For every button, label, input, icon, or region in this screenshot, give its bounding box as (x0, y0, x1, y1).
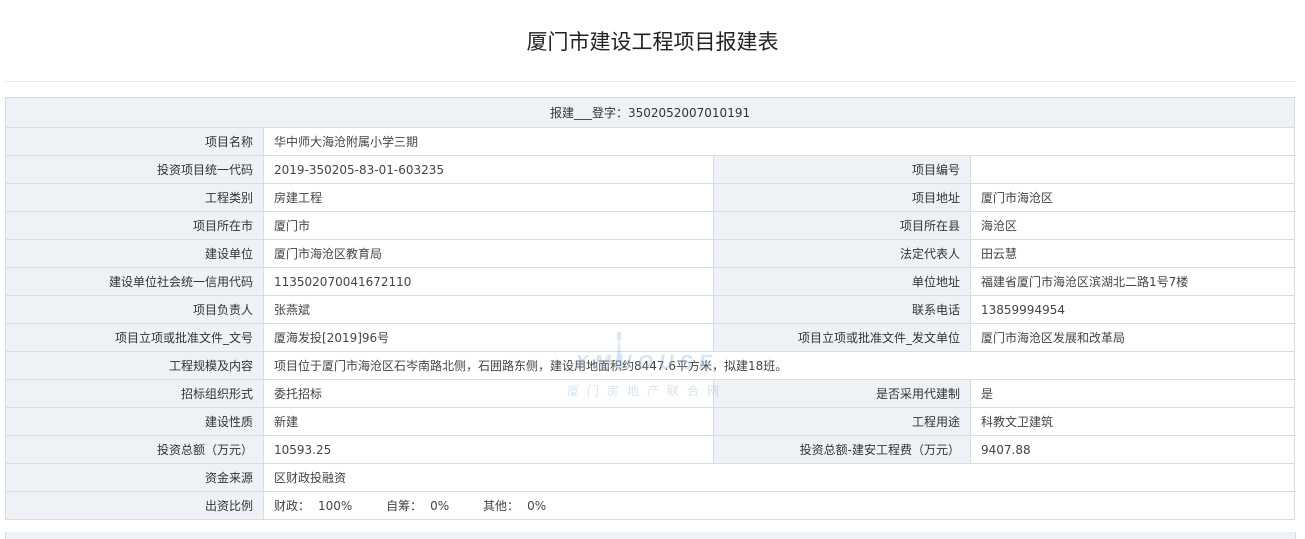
table-footer-strip (5, 532, 1296, 539)
ratio-other-label: 其他： (483, 499, 520, 513)
table-row: 投资项目统一代码 2019-350205-83-01-603235 项目编号 (5, 155, 1296, 184)
table-row: 建设单位社会统一信用代码 113502070041672110 单位地址 福建省… (5, 267, 1296, 296)
project-no-value (969, 155, 1296, 184)
phone-value: 13859994954 (969, 295, 1296, 324)
phone-label: 联系电话 (713, 295, 971, 324)
install-cost-label: 投资总额-建安工程费（万元） (713, 435, 971, 464)
invest-code-label: 投资项目统一代码 (5, 155, 264, 184)
project-no-label: 项目编号 (713, 155, 971, 184)
fund-source-value: 区财政投融资 (262, 463, 1296, 492)
ratio-self-label: 自筹： (386, 499, 423, 513)
approval-unit-value: 厦门市海沧区发展和改革局 (969, 323, 1296, 352)
report-table: 报建___登字：3502052007010191 项目名称 华中师大海沧附属小学… (4, 97, 1296, 520)
city-label: 项目所在市 (5, 211, 264, 240)
ratio-value: 财政： 100% 自筹： 0% 其他： 0% (262, 491, 1296, 520)
page-title: 厦门市建设工程项目报建表 (526, 30, 779, 54)
usage-label: 工程用途 (713, 407, 971, 436)
ratio-self-value: 0% (430, 499, 450, 513)
scale-label: 工程规模及内容 (5, 351, 264, 380)
scale-value: 项目位于厦门市海沧区石岑南路北侧，石囲路东侧，建设用地面积约8447.6平方米，… (262, 351, 1296, 380)
ratio-self: 自筹： 0% (386, 499, 457, 513)
county-label: 项目所在县 (713, 211, 971, 240)
credit-code-value: 113502070041672110 (263, 267, 714, 296)
table-row: 项目负责人 张燕斌 联系电话 13859994954 (5, 295, 1296, 324)
approval-no-label: 项目立项或批准文件_文号 (5, 323, 264, 352)
agent-build-value: 是 (969, 379, 1296, 408)
approval-no-value: 厦海发投[2019]96号 (263, 323, 714, 352)
total-invest-label: 投资总额（万元） (5, 435, 264, 464)
install-cost-value: 9407.88 (969, 435, 1296, 464)
table-row: 建设性质 新建 工程用途 科教文卫建筑 (5, 407, 1296, 436)
builder-value: 厦门市海沧区教育局 (263, 239, 714, 268)
bidding-form-value: 委托招标 (263, 379, 714, 408)
bidding-form-label: 招标组织形式 (5, 379, 264, 408)
legal-rep-label: 法定代表人 (713, 239, 971, 268)
table-row: 工程类别 房建工程 项目地址 厦门市海沧区 (5, 183, 1296, 212)
ratio-fiscal-label: 财政： (274, 499, 311, 513)
table-row: 工程规模及内容 项目位于厦门市海沧区石岑南路北侧，石囲路东侧，建设用地面积约84… (5, 351, 1296, 380)
unit-address-label: 单位地址 (713, 267, 971, 296)
manager-value: 张燕斌 (263, 295, 714, 324)
address-label: 项目地址 (713, 183, 971, 212)
ratio-label: 出资比例 (5, 491, 264, 520)
ratio-other-value: 0% (527, 499, 547, 513)
registration-row: 报建___登字：3502052007010191 (4, 97, 1296, 128)
nature-label: 建设性质 (5, 407, 264, 436)
table-row: 项目立项或批准文件_文号 厦海发投[2019]96号 项目立项或批准文件_发文单… (5, 323, 1296, 352)
fund-source-label: 资金来源 (5, 463, 264, 492)
nature-value: 新建 (263, 407, 714, 436)
table-row: 招标组织形式 委托招标 是否采用代建制 是 (5, 379, 1296, 408)
registration-number: 报建___登字：3502052007010191 (4, 97, 1296, 128)
manager-label: 项目负责人 (5, 295, 264, 324)
table-row: 资金来源 区财政投融资 (5, 463, 1296, 492)
ratio-other: 其他： 0% (483, 499, 554, 513)
unit-address-value: 福建省厦门市海沧区滨湖北二路1号7楼 (969, 267, 1296, 296)
table-row: 投资总额（万元） 10593.25 投资总额-建安工程费（万元） 9407.88 (5, 435, 1296, 464)
title-divider (5, 81, 1295, 82)
agent-build-label: 是否采用代建制 (713, 379, 971, 408)
city-value: 厦门市 (263, 211, 714, 240)
eng-type-value: 房建工程 (263, 183, 714, 212)
credit-code-label: 建设单位社会统一信用代码 (5, 267, 264, 296)
address-value: 厦门市海沧区 (969, 183, 1296, 212)
table-row: 项目所在市 厦门市 项目所在县 海沧区 (5, 211, 1296, 240)
county-value: 海沧区 (969, 211, 1296, 240)
table-row: 项目名称 华中师大海沧附属小学三期 (5, 127, 1296, 156)
ratio-fiscal: 财政： 100% (274, 499, 360, 513)
project-name-label: 项目名称 (5, 127, 264, 156)
project-name-value: 华中师大海沧附属小学三期 (262, 127, 1296, 156)
legal-rep-value: 田云慧 (969, 239, 1296, 268)
approval-unit-label: 项目立项或批准文件_发文单位 (713, 323, 971, 352)
usage-value: 科教文卫建筑 (969, 407, 1296, 436)
builder-label: 建设单位 (5, 239, 264, 268)
eng-type-label: 工程类别 (5, 183, 264, 212)
table-row: 出资比例 财政： 100% 自筹： 0% 其他： 0% (5, 491, 1296, 520)
total-invest-value: 10593.25 (263, 435, 714, 464)
invest-code-value: 2019-350205-83-01-603235 (263, 155, 714, 184)
ratio-fiscal-value: 100% (318, 499, 353, 513)
table-row: 建设单位 厦门市海沧区教育局 法定代表人 田云慧 (5, 239, 1296, 268)
